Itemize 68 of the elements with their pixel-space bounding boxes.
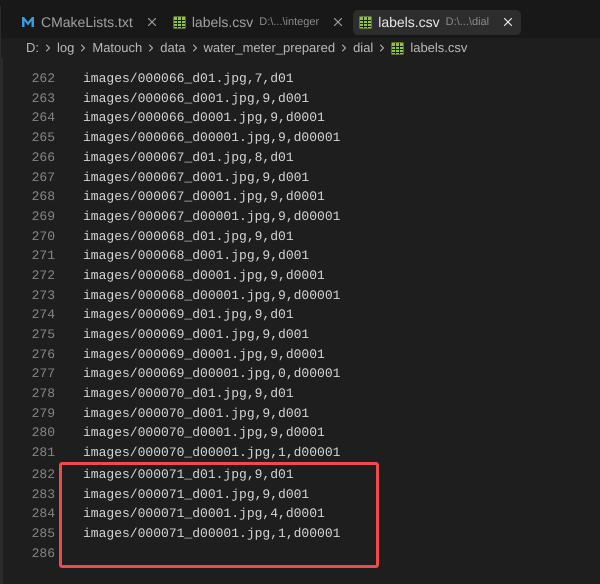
- code-line: images/000067_d01.jpg,8,d01: [83, 148, 294, 167]
- code-line: images/000066_d00001.jpg,9,d00001: [83, 129, 340, 148]
- code-line: images/000066_d001.jpg,9,d001: [83, 90, 310, 108]
- line-number: 284: [30, 505, 55, 524]
- tab-label: labels.csv: [378, 12, 440, 32]
- line-number: 268: [30, 188, 55, 206]
- tab-path: D:\...\dial: [446, 14, 490, 30]
- breadcrumb-item[interactable]: log: [57, 38, 74, 58]
- code-line: images/000069_d01.jpg,9,d01: [83, 306, 294, 324]
- code-line: images/000068_d0001.jpg,9,d0001: [83, 266, 325, 285]
- code-line: images/000066_d0001.jpg,9,d0001: [83, 109, 325, 128]
- line-number: 282: [30, 466, 55, 484]
- line-number: 283: [30, 486, 55, 504]
- line-number: 280: [30, 424, 55, 442]
- tab-label: CMakeLists.txt: [41, 12, 133, 32]
- code-line: images/000069_d0001.jpg,9,d0001: [83, 346, 325, 364]
- table-icon: [359, 16, 372, 28]
- line-number: 275: [30, 326, 55, 344]
- tab-path: D:\...\integer: [259, 14, 320, 30]
- code-line: images/000070_d01.jpg,9,d01: [83, 385, 294, 404]
- table-icon: [391, 42, 404, 54]
- line-number: 266: [30, 148, 55, 167]
- table-icon: [172, 16, 186, 28]
- line-number: 273: [30, 286, 55, 305]
- breadcrumb-item[interactable]: D:: [26, 38, 39, 58]
- line-number: 262: [30, 70, 55, 88]
- code-line: images/000068_d001.jpg,9,d001: [83, 247, 310, 266]
- line-number: 272: [30, 266, 55, 285]
- editor-tab[interactable]: labels.csv D:\...\dial: [353, 10, 522, 34]
- code-line: images/000070_d001.jpg,9,d001: [83, 404, 310, 423]
- line-number: 263: [30, 90, 55, 108]
- code-line: images/000068_d01.jpg,9,d01: [83, 228, 294, 246]
- code-line: images/000066_d01.jpg,7,d01: [83, 70, 294, 88]
- line-number: 264: [30, 109, 55, 128]
- breadcrumb-item[interactable]: dial: [353, 38, 374, 58]
- code-line: images/000071_d0001.jpg,4,d0001: [83, 505, 325, 524]
- line-number: 285: [30, 524, 55, 543]
- code-line: images/000067_d001.jpg,9,d001: [83, 168, 310, 187]
- line-number: 276: [30, 346, 55, 364]
- line-number: 267: [30, 168, 55, 187]
- code-line: images/000070_d0001.jpg,9,d0001: [83, 424, 325, 442]
- m-letter-icon: [21, 15, 35, 29]
- code-line: images/000069_d001.jpg,9,d001: [83, 326, 310, 344]
- breadcrumb-item[interactable]: data: [160, 38, 186, 58]
- breadcrumb-item[interactable]: water_meter_prepared: [204, 38, 336, 58]
- code-line: images/000068_d00001.jpg,9,d00001: [83, 286, 340, 305]
- line-number: 269: [30, 208, 55, 226]
- line-number: 281: [30, 444, 55, 462]
- code-line: images/000071_d01.jpg,9,d01: [83, 466, 294, 484]
- line-number: 265: [30, 129, 55, 148]
- line-number: 277: [30, 365, 55, 384]
- tab-label: labels.csv: [192, 12, 254, 32]
- line-number: 271: [30, 247, 55, 266]
- code-line: images/000070_d00001.jpg,1,d00001: [83, 444, 340, 462]
- code-line: images/000071_d001.jpg,9,d001: [83, 486, 310, 504]
- line-number: 274: [30, 306, 55, 324]
- code-line: images/000071_d00001.jpg,1,d00001: [83, 524, 340, 543]
- breadcrumb-item[interactable]: labels.csv: [410, 38, 468, 58]
- breadcrumb-item[interactable]: Matouch: [92, 38, 142, 58]
- line-number: 279: [30, 404, 55, 423]
- line-number: 278: [30, 385, 55, 404]
- code-line: images/000067_d00001.jpg,9,d00001: [83, 208, 340, 226]
- editor-tab[interactable]: CMakeLists.txt: [15, 10, 165, 34]
- line-number: 270: [30, 228, 55, 246]
- line-number: 286: [30, 544, 55, 563]
- code-line: images/000067_d0001.jpg,9,d0001: [83, 188, 325, 206]
- editor-tab[interactable]: labels.csv D:\...\integer: [166, 10, 352, 34]
- code-line: images/000069_d00001.jpg,0,d00001: [83, 365, 340, 384]
